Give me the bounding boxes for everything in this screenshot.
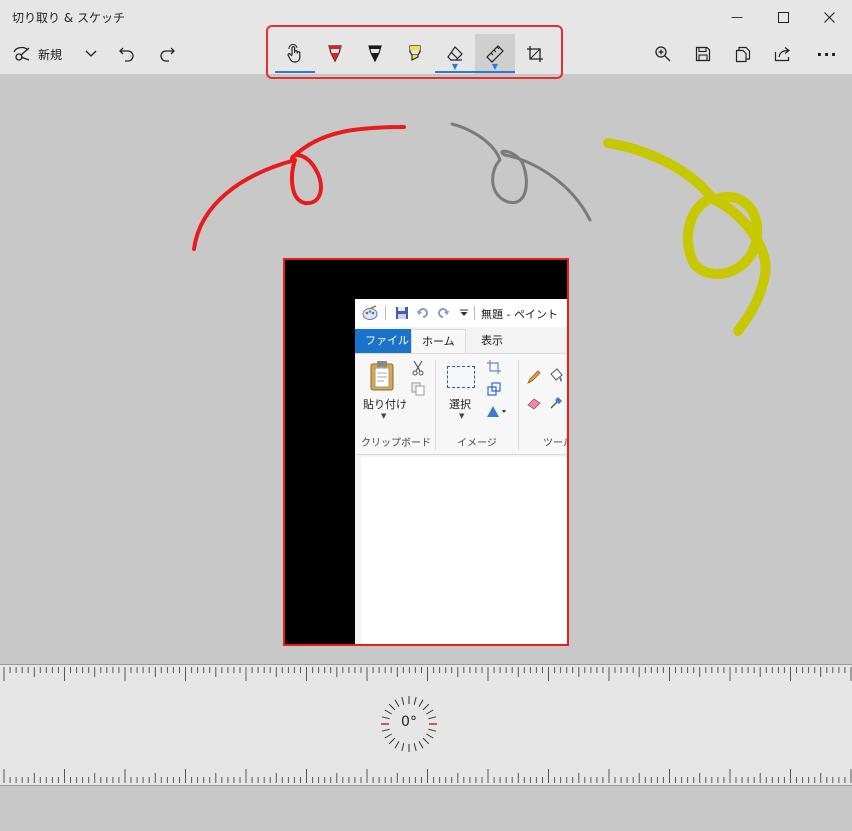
ruler-icon — [486, 45, 504, 63]
copy-button[interactable] — [730, 34, 756, 74]
color-picker-icon — [550, 397, 562, 409]
eraser-icon — [447, 46, 463, 61]
maximize-icon — [777, 11, 789, 23]
image-group-label: イメージ — [457, 438, 497, 449]
redo-button[interactable] — [154, 34, 180, 74]
copy-doc-icon — [411, 382, 425, 396]
select-label: 選択 — [449, 398, 471, 411]
eraser-dropdown-icon: ▼ — [451, 62, 459, 71]
undo-button[interactable] — [114, 34, 140, 74]
yellow-ink-stroke — [603, 138, 771, 336]
snip-image: 無題 - ペイント ファイル ホーム 表示 貼り付け ▼ 選択 ▼ クリップボー… — [283, 258, 569, 646]
select-icon — [447, 366, 475, 388]
touch-hand-icon — [287, 44, 301, 63]
pencil-icon — [368, 45, 382, 63]
rotate-icon — [487, 406, 506, 417]
paint-redo-icon — [438, 308, 450, 318]
crop-small-icon — [487, 360, 501, 374]
paint-tab-home[interactable]: ホーム — [411, 329, 466, 353]
ruler-angle-readout: 0° — [401, 714, 417, 730]
chevron-down-icon — [85, 50, 97, 57]
touch-selected-indicator — [275, 71, 315, 73]
paint-app-icon — [362, 305, 378, 320]
maximize-button[interactable] — [760, 0, 806, 34]
cut-icon — [412, 360, 424, 376]
close-button[interactable] — [806, 0, 852, 34]
resize-icon — [487, 382, 501, 396]
more-icon: ··· — [816, 44, 838, 64]
app-title: 切り取り & スケッチ — [12, 11, 125, 25]
snip-icon — [13, 46, 30, 61]
paste-label: 貼り付け — [363, 398, 407, 411]
select-dropdown-icon: ▼ — [459, 412, 465, 420]
paint-tab-view[interactable]: 表示 — [471, 329, 513, 353]
paint-tabs: ファイル ホーム 表示 — [355, 329, 567, 354]
canvas-bottom — [0, 786, 852, 831]
new-snip-button[interactable]: 新規 — [12, 34, 78, 74]
redo-icon — [160, 47, 175, 62]
pencil-button[interactable] — [355, 34, 395, 74]
minimize-icon: — — [731, 10, 743, 24]
paint-qat-dropdown-icon — [460, 309, 468, 316]
eraser-tool-icon — [527, 398, 541, 410]
paint-window: 無題 - ペイント ファイル ホーム 表示 貼り付け ▼ 選択 ▼ クリップボー… — [355, 299, 567, 644]
paint-titlebar: 無題 - ペイント — [355, 299, 567, 327]
clipboard-group-label: クリップボード — [361, 438, 431, 449]
ballpoint-pen-button[interactable] — [315, 34, 355, 74]
highlighter-button[interactable] — [395, 34, 435, 74]
paint-ribbon: 貼り付け ▼ 選択 ▼ クリップボード イメージ ツー — [355, 354, 567, 455]
save-button[interactable] — [690, 34, 716, 74]
highlighter-icon — [409, 45, 421, 61]
paint-title: 無題 - ペイント — [481, 308, 558, 321]
close-icon — [823, 11, 835, 23]
crop-button[interactable] — [515, 34, 555, 74]
paint-undo-icon — [416, 308, 428, 318]
paste-icon — [370, 361, 394, 391]
fill-icon — [550, 368, 563, 382]
share-icon — [774, 47, 790, 62]
touch-writing-button[interactable] — [275, 34, 315, 74]
tools-group-label: ツール — [543, 438, 567, 449]
eraser-indicator — [435, 71, 475, 73]
ruler-indicator — [475, 71, 515, 73]
share-button[interactable] — [770, 34, 796, 74]
new-dropdown-button[interactable] — [80, 34, 102, 74]
copy-icon — [735, 46, 751, 62]
pen-icon — [328, 45, 342, 63]
minimize-button[interactable]: — — [714, 0, 760, 34]
gray-ink-stroke — [450, 122, 592, 222]
ruler-button[interactable]: ▼ — [475, 34, 515, 74]
new-label: 新規 — [38, 47, 63, 62]
paint-save-icon — [396, 307, 408, 319]
crop-icon — [527, 46, 543, 62]
zoom-button[interactable] — [650, 34, 676, 74]
ruler-dropdown-icon: ▼ — [491, 62, 499, 71]
paint-canvas — [361, 457, 567, 644]
paste-dropdown-icon: ▼ — [381, 412, 387, 420]
undo-icon — [119, 47, 134, 62]
zoom-icon — [655, 46, 671, 62]
save-icon — [695, 46, 711, 62]
more-button[interactable]: ··· — [812, 34, 842, 74]
red-ink-stroke — [192, 125, 406, 251]
paint-tab-file[interactable]: ファイル — [355, 329, 419, 353]
eraser-button[interactable]: ▼ — [435, 34, 475, 74]
pencil-tool-icon — [527, 370, 541, 384]
